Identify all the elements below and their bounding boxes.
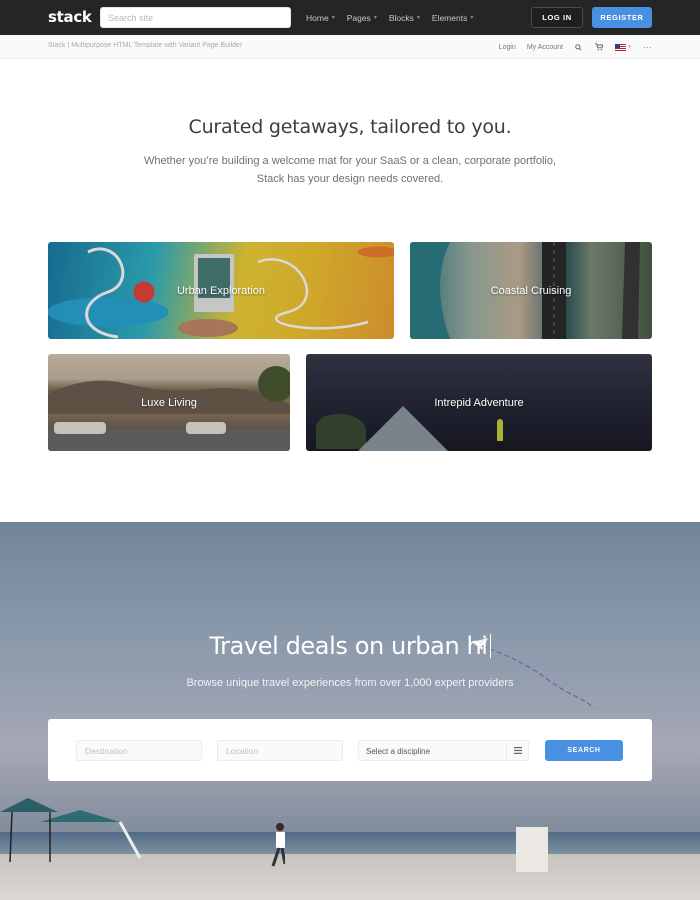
menu-item-home[interactable]: Home ▾ [306, 13, 335, 23]
runner-image [271, 823, 285, 867]
login-link[interactable]: Login [499, 44, 516, 51]
page-title: Curated getaways, tailored to you. [188, 116, 512, 138]
canopy-image [0, 798, 142, 863]
typing-cursor [489, 634, 491, 658]
menu-item-elements[interactable]: Elements ▾ [432, 13, 473, 23]
card-urban-exploration[interactable]: Urban Exploration [48, 242, 394, 339]
hero-heading: Travel deals on urban hi [0, 632, 700, 660]
card-label: Urban Exploration [176, 284, 266, 297]
card-label: Coastal Cruising [490, 284, 572, 297]
chevron-down-icon: ▾ [416, 15, 420, 21]
menu-item-blocks[interactable]: Blocks ▾ [389, 13, 420, 23]
search-input[interactable] [100, 7, 291, 28]
card-intrepid-adventure[interactable]: Intrepid Adventure [306, 354, 652, 451]
intro-lead: Whether you’re building a welcome mat fo… [140, 153, 560, 188]
login-button[interactable]: LOG IN [531, 7, 583, 28]
destination-input[interactable] [76, 740, 202, 761]
main-menu: Home ▾ Pages ▾ Blocks ▾ Elements ▾ [306, 0, 473, 35]
lead-line: Stack has your design needs covered. [256, 172, 444, 185]
menu-item-pages[interactable]: Pages ▾ [347, 13, 377, 23]
top-navbar: stack Home▾ Pages▾ Blocks▾ Elements▾ LOG… [0, 0, 700, 35]
search-button[interactable]: SEARCH [545, 740, 623, 761]
chevron-down-icon: ▾ [470, 15, 474, 21]
list-icon [506, 741, 528, 760]
menu-item-label: Blocks [388, 12, 414, 23]
travel-search-form: Select a discipline SEARCH [48, 719, 652, 781]
discipline-select[interactable]: Select a discipline [358, 740, 529, 761]
hero-heading-text: Travel deals on urban hi [209, 632, 488, 660]
card-luxe-living[interactable]: Luxe Living [48, 354, 290, 451]
search-icon[interactable] [574, 43, 583, 52]
menu-item-label: Home [306, 12, 329, 23]
us-flag-icon[interactable]: ▾ [614, 43, 632, 52]
menu-item-label: Pages [346, 12, 371, 23]
discipline-select-label: Select a discipline [366, 747, 431, 756]
card-label: Intrepid Adventure [434, 396, 524, 409]
site-tagline: Stack | Multipurpose HTML Template with … [48, 42, 243, 49]
utility-bar: Stack | Multipurpose HTML Template with … [0, 35, 700, 59]
beach-board-image [516, 827, 548, 872]
utility-links: Login My Account ▾ ··· [499, 35, 652, 59]
my-account-link[interactable]: My Account [527, 44, 563, 51]
card-label: Luxe Living [141, 396, 197, 409]
hero-subheading: Browse unique travel experiences from ov… [186, 677, 514, 689]
chevron-down-icon: ▾ [331, 15, 335, 21]
location-input[interactable] [217, 740, 343, 761]
cart-icon[interactable] [594, 43, 603, 52]
more-icon[interactable]: ··· [643, 43, 652, 52]
chevron-down-icon: ▾ [373, 15, 377, 21]
lead-line: Whether you’re building a welcome mat fo… [143, 155, 557, 167]
logo[interactable]: stack [48, 8, 92, 26]
register-button[interactable]: REGISTER [592, 7, 652, 28]
card-coastal-cruising[interactable]: Coastal Cruising [410, 242, 652, 339]
menu-item-label: Elements [431, 12, 468, 23]
